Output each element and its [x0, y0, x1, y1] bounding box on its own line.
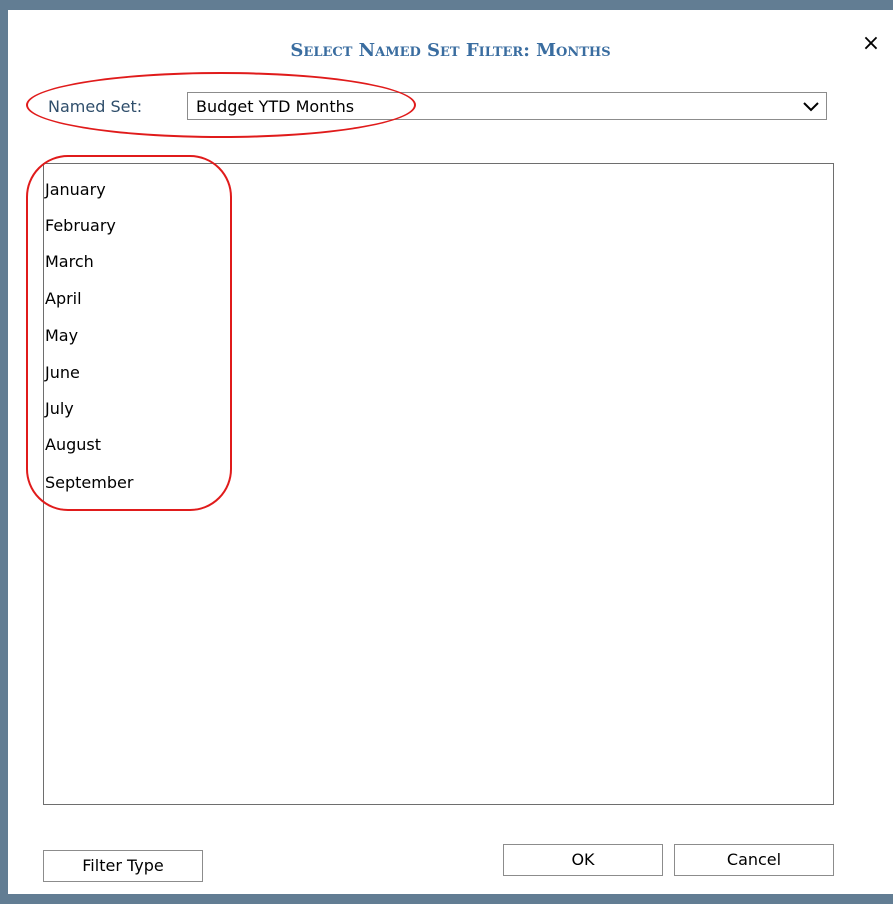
annotation-oval-named-set — [26, 72, 416, 138]
chevron-down-icon — [803, 102, 819, 112]
ok-button[interactable]: OK — [503, 844, 663, 876]
annotation-oval-month-list — [26, 155, 232, 511]
cancel-button[interactable]: Cancel — [674, 844, 834, 876]
filter-type-button[interactable]: Filter Type — [43, 850, 203, 882]
dialog-title: Select Named Set Filter: Months — [290, 40, 611, 61]
named-set-filter-dialog: Select Named Set Filter: Months × Named … — [8, 10, 893, 894]
close-icon[interactable]: × — [859, 32, 883, 56]
